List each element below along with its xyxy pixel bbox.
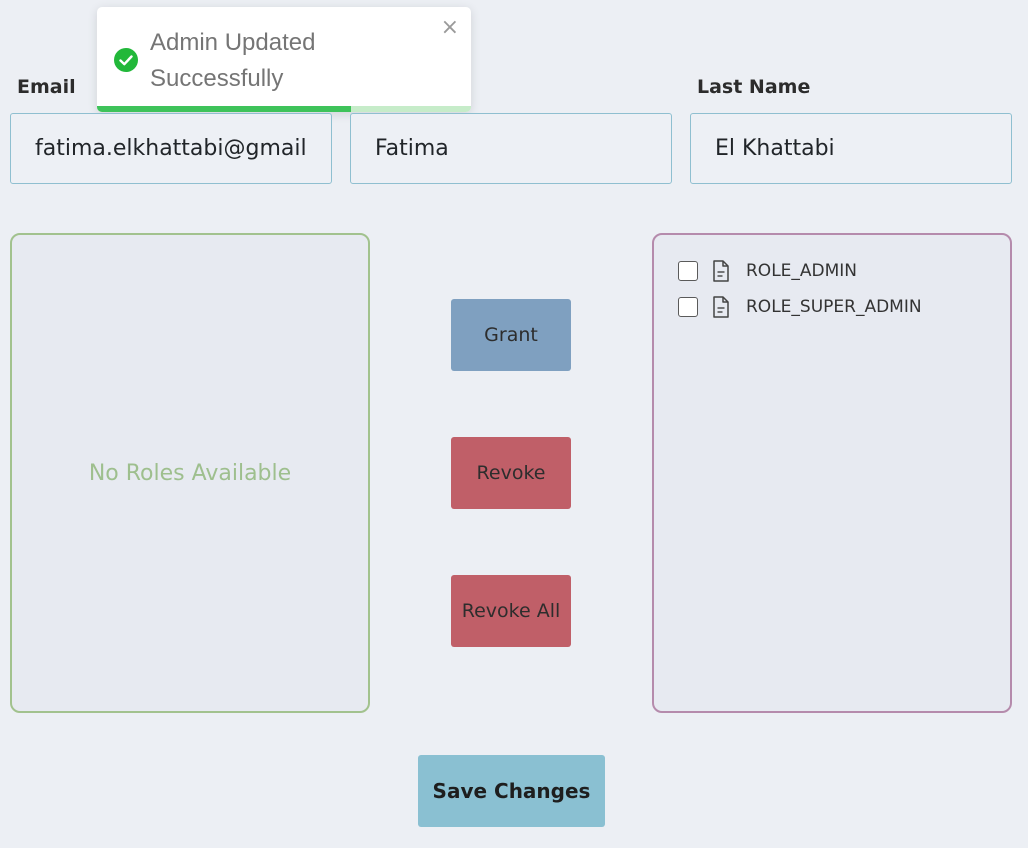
save-changes-button[interactable]: Save Changes (418, 755, 605, 827)
grant-button[interactable]: Grant (451, 299, 571, 371)
check-circle-icon (114, 48, 138, 72)
toast-message: Admin Updated Successfully (150, 29, 316, 92)
role-checkbox[interactable] (678, 261, 698, 281)
toast-progress-bar (97, 106, 471, 112)
no-roles-message: No Roles Available (88, 461, 292, 486)
role-label: ROLE_ADMIN (746, 261, 858, 281)
email-label: Email (17, 76, 76, 98)
assigned-roles-list: ROLE_ADMIN ROLE_SUPER_ADMIN (678, 253, 922, 325)
available-roles-panel: No Roles Available (10, 233, 370, 713)
assigned-roles-panel: ROLE_ADMIN ROLE_SUPER_ADMIN (652, 233, 1012, 713)
role-checkbox[interactable] (678, 297, 698, 317)
email-input[interactable] (10, 113, 332, 184)
role-label: ROLE_SUPER_ADMIN (746, 297, 922, 317)
first-name-input[interactable] (350, 113, 672, 184)
toast-progress-fill (97, 106, 352, 112)
last-name-label: Last Name (697, 76, 811, 98)
revoke-button[interactable]: Revoke (451, 437, 571, 509)
close-icon[interactable]: × (441, 15, 459, 40)
file-icon (712, 295, 734, 319)
role-item[interactable]: ROLE_SUPER_ADMIN (678, 289, 922, 325)
role-item[interactable]: ROLE_ADMIN (678, 253, 922, 289)
toast-notification: Admin Updated Successfully × (97, 7, 471, 112)
revoke-all-button[interactable]: Revoke All (451, 575, 571, 647)
last-name-input[interactable] (690, 113, 1012, 184)
file-icon (712, 259, 734, 283)
